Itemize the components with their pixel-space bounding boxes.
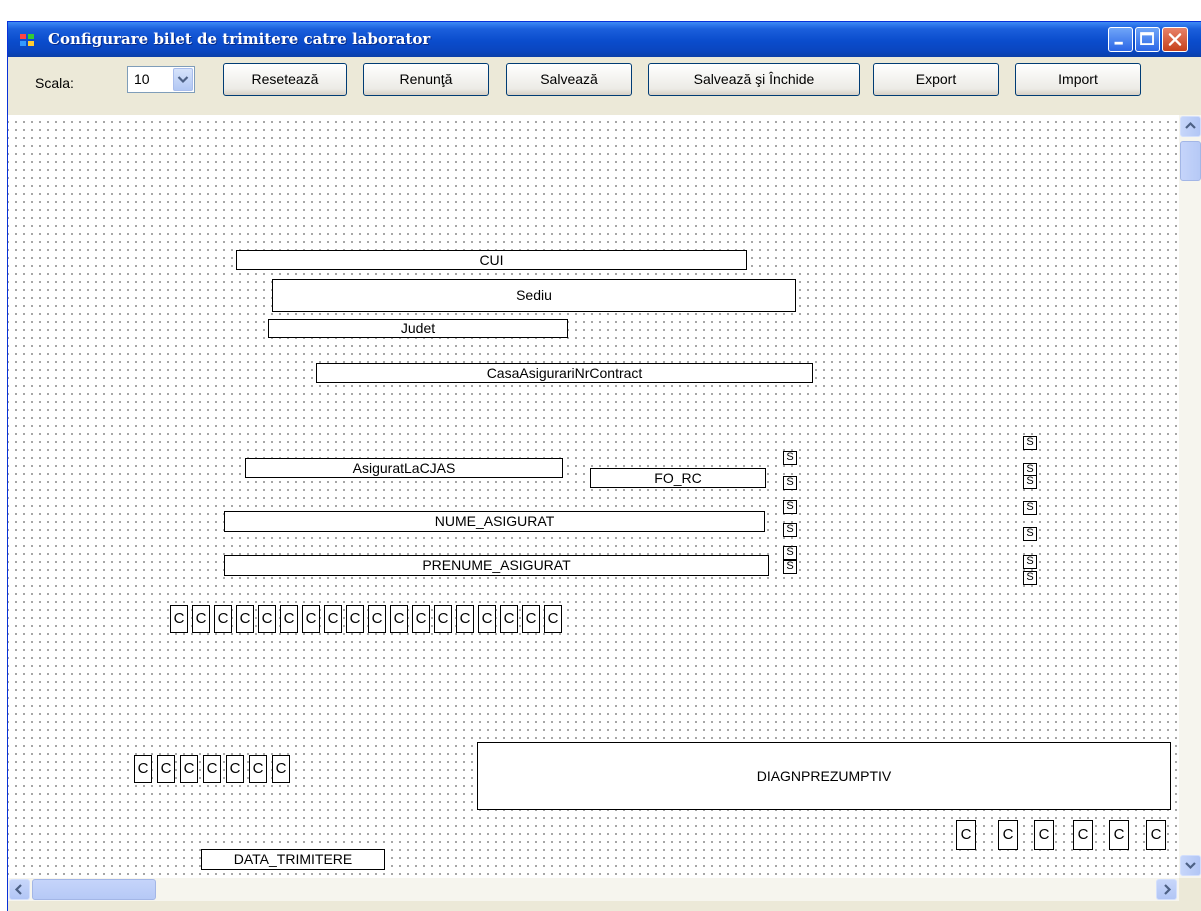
char-box[interactable]: C [324,605,342,633]
char-box[interactable]: C [1146,820,1166,850]
minimize-icon [1114,41,1123,45]
app-window-icon [20,34,36,48]
design-canvas[interactable]: CUI Sediu Judet CasaAsigurariNrContract … [8,115,1179,878]
chevron-down-icon [177,76,189,84]
char-box[interactable]: C [456,605,474,633]
main-window: Configurare bilet de trimitere catre lab… [7,21,1201,911]
field-sediu[interactable]: Sediu [272,279,796,312]
char-box[interactable]: C [368,605,386,633]
scala-combo[interactable]: 10 [127,66,195,93]
size-grip[interactable] [1179,878,1201,901]
char-box[interactable]: C [956,820,976,850]
char-box[interactable]: C [544,605,562,633]
char-box[interactable]: C [280,605,298,633]
field-prenume-asigurat[interactable]: PRENUME_ASIGURAT [224,555,769,576]
scala-value: 10 [134,71,150,87]
salveaza-inchide-button[interactable]: Salvează şi Închide [648,63,860,96]
field-nume-asigurat[interactable]: NUME_ASIGURAT [224,511,765,532]
small-field-box[interactable]: S [783,560,797,574]
renunta-button[interactable]: Renunţă [363,63,489,96]
window-title: Configurare bilet de trimitere catre lab… [48,30,431,48]
scroll-down-button[interactable] [1180,855,1201,876]
char-box[interactable]: C [390,605,408,633]
char-box[interactable]: C [434,605,452,633]
scala-dropdown-button[interactable] [173,68,193,91]
char-box[interactable]: C [302,605,320,633]
small-field-box[interactable]: S [1023,527,1037,541]
salveaza-button[interactable]: Salvează [506,63,632,96]
char-box[interactable]: C [998,820,1018,850]
char-box[interactable]: C [226,755,244,783]
char-box[interactable]: C [258,605,276,633]
small-field-box[interactable]: S [783,546,797,560]
char-box[interactable]: C [134,755,152,783]
horizontal-scroll-thumb[interactable] [32,879,156,900]
small-field-box[interactable]: S [783,476,797,490]
vertical-scrollbar[interactable] [1179,115,1201,878]
export-button[interactable]: Export [873,63,999,96]
char-box[interactable]: C [346,605,364,633]
scroll-up-button[interactable] [1180,116,1201,137]
small-field-box[interactable]: S [1023,475,1037,489]
char-box[interactable]: C [180,755,198,783]
small-field-box[interactable]: S [1023,571,1037,585]
small-field-box[interactable]: S [783,451,797,465]
close-icon [1168,33,1182,46]
chevron-right-icon [1164,884,1172,895]
char-box[interactable]: C [272,755,290,783]
char-box[interactable]: C [203,755,221,783]
horizontal-scrollbar[interactable] [8,878,1179,901]
char-box[interactable]: C [157,755,175,783]
scroll-right-button[interactable] [1156,879,1177,900]
chevron-up-icon [1185,121,1196,129]
minimize-button[interactable] [1108,27,1133,52]
chevron-left-icon [14,884,22,895]
char-box[interactable]: C [478,605,496,633]
field-asigurat-la-cjas[interactable]: AsiguratLaCJAS [245,458,563,478]
field-data-trimitere[interactable]: DATA_TRIMITERE [201,849,385,870]
char-box[interactable]: C [214,605,232,633]
scala-label: Scala: [35,75,74,91]
field-cui[interactable]: CUI [236,250,747,270]
scroll-left-button[interactable] [9,879,30,900]
char-box[interactable]: C [1109,820,1129,850]
char-box[interactable]: C [1034,820,1054,850]
char-box[interactable]: C [522,605,540,633]
char-box[interactable]: C [249,755,267,783]
small-field-box[interactable]: S [1023,436,1037,450]
import-button[interactable]: Import [1015,63,1141,96]
reseteaza-button[interactable]: Resetează [223,63,347,96]
vertical-scroll-thumb[interactable] [1180,141,1201,181]
char-box[interactable]: C [500,605,518,633]
toolbar: Scala: 10 Resetează Renunţă Salvează Sal… [8,57,1201,115]
small-field-box[interactable]: S [1023,501,1037,515]
char-box[interactable]: C [1073,820,1093,850]
small-field-box[interactable]: S [783,523,797,537]
field-casa-asigurari-nr-contract[interactable]: CasaAsigurariNrContract [316,363,813,383]
field-judet[interactable]: Judet [268,319,568,338]
char-box[interactable]: C [192,605,210,633]
close-button[interactable] [1162,27,1188,52]
small-field-box[interactable]: S [1023,555,1037,569]
char-box[interactable]: C [236,605,254,633]
field-fo-rc[interactable]: FO_RC [590,468,766,488]
maximize-icon [1140,32,1154,46]
title-bar[interactable]: Configurare bilet de trimitere catre lab… [8,22,1201,57]
char-box[interactable]: C [412,605,430,633]
chevron-down-icon [1185,862,1196,870]
char-box[interactable]: C [170,605,188,633]
small-field-box[interactable]: S [783,500,797,514]
field-diagn-prezumptiv[interactable]: DIAGNPREZUMPTIV [477,742,1171,810]
maximize-button[interactable] [1135,27,1160,52]
